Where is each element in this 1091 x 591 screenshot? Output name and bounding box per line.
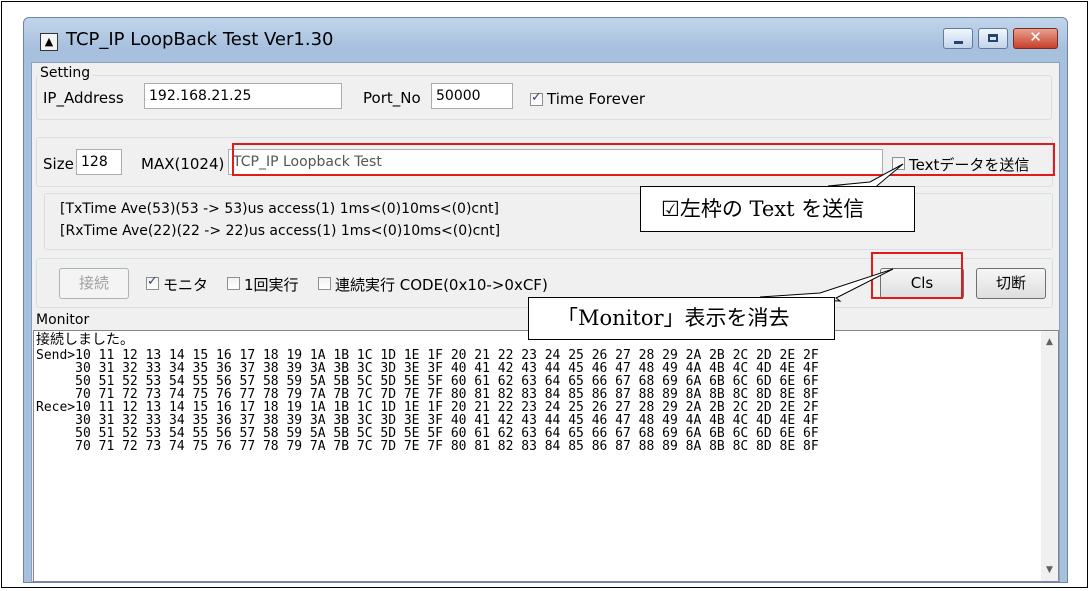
send-text-callout: ☑左枠の Text を送信 [640, 186, 915, 232]
callout-pointers [759, 163, 915, 302]
cls-callout: 「Monitor」表示を消去 [528, 297, 835, 340]
